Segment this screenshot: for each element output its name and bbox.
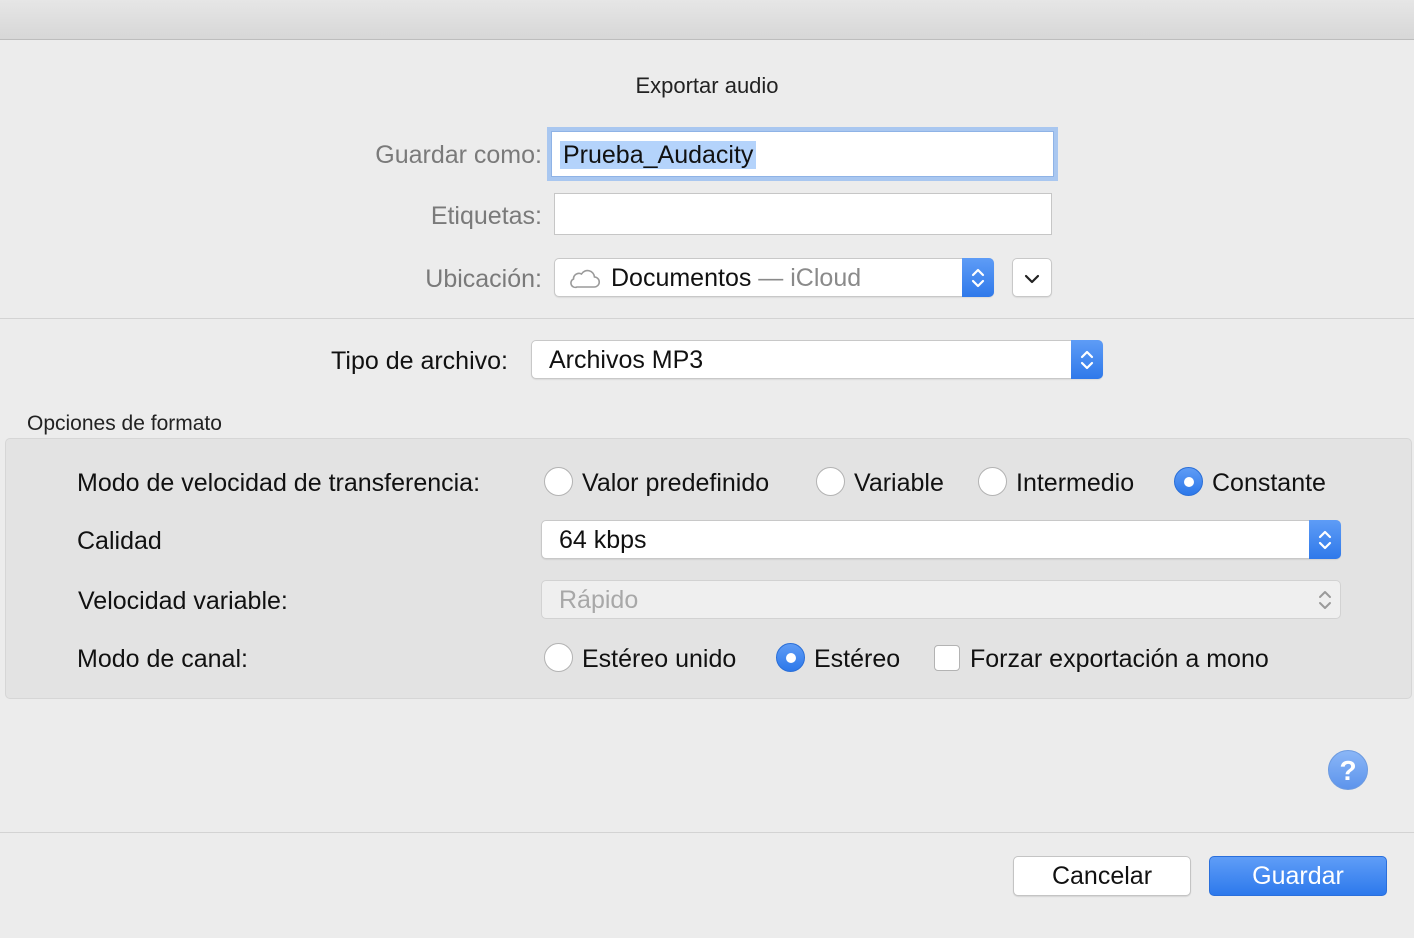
radio-intermedio-label: Intermedio bbox=[1016, 469, 1135, 497]
chevron-down-icon bbox=[1024, 263, 1040, 292]
radio-estereo-label: Estéreo bbox=[814, 645, 901, 673]
save-as-input[interactable]: Prueba_Audacity bbox=[551, 131, 1054, 177]
radio-estereo[interactable] bbox=[776, 643, 805, 672]
force-mono-checkbox[interactable] bbox=[934, 645, 960, 671]
tags-label: Etiquetas: bbox=[430, 202, 542, 230]
file-type-value: Archivos MP3 bbox=[549, 346, 704, 374]
variable-speed-label: Velocidad variable: bbox=[78, 587, 288, 615]
save-button[interactable]: Guardar bbox=[1209, 856, 1387, 896]
quality-label: Calidad bbox=[77, 527, 162, 555]
tags-input[interactable] bbox=[554, 193, 1052, 235]
radio-variable-label: Variable bbox=[854, 469, 944, 497]
location-label: Ubicación: bbox=[425, 265, 542, 293]
bitrate-mode-label: Modo de velocidad de transferencia: bbox=[77, 469, 481, 497]
format-options-title: Opciones de formato bbox=[27, 412, 222, 435]
radio-constante[interactable] bbox=[1174, 467, 1203, 496]
save-as-label: Guardar como: bbox=[375, 141, 542, 169]
footer-divider bbox=[0, 832, 1414, 833]
location-stepper-icon bbox=[962, 258, 994, 297]
window-title-bar bbox=[0, 0, 1414, 40]
expand-browser-button[interactable] bbox=[1012, 258, 1052, 297]
location-suffix: — iCloud bbox=[751, 264, 862, 292]
radio-intermedio[interactable] bbox=[978, 467, 1007, 496]
variable-speed-popup[interactable]: Rápido bbox=[541, 580, 1341, 619]
section-divider bbox=[0, 318, 1414, 319]
variable-speed-value: Rápido bbox=[559, 586, 639, 614]
help-button[interactable]: ? bbox=[1328, 750, 1368, 790]
file-type-label: Tipo de archivo: bbox=[331, 347, 508, 375]
location-popup[interactable]: Documentos — iCloud bbox=[554, 258, 994, 297]
quality-stepper-icon bbox=[1309, 520, 1341, 559]
variable-speed-stepper-icon bbox=[1309, 580, 1341, 619]
radio-estereo-unido-label: Estéreo unido bbox=[582, 645, 737, 673]
question-mark-icon: ? bbox=[1339, 755, 1357, 786]
location-value: Documentos bbox=[611, 264, 752, 292]
radio-estereo-unido[interactable] bbox=[544, 643, 573, 672]
dialog-title: Exportar audio bbox=[635, 73, 779, 98]
file-type-stepper-icon bbox=[1071, 340, 1103, 379]
cancel-button[interactable]: Cancelar bbox=[1013, 856, 1191, 896]
radio-valor-predefinido-label: Valor predefinido bbox=[582, 469, 770, 497]
radio-variable[interactable] bbox=[816, 467, 845, 496]
radio-constante-label: Constante bbox=[1212, 469, 1326, 497]
save-as-value: Prueba_Audacity bbox=[560, 141, 757, 169]
channel-mode-label: Modo de canal: bbox=[77, 645, 248, 673]
quality-popup[interactable]: 64 kbps bbox=[541, 520, 1341, 559]
force-mono-label: Forzar exportación a mono bbox=[970, 645, 1269, 673]
cloud-icon bbox=[569, 267, 601, 296]
radio-valor-predefinido[interactable] bbox=[544, 467, 573, 496]
file-type-popup[interactable]: Archivos MP3 bbox=[531, 340, 1103, 379]
quality-value: 64 kbps bbox=[559, 526, 647, 554]
